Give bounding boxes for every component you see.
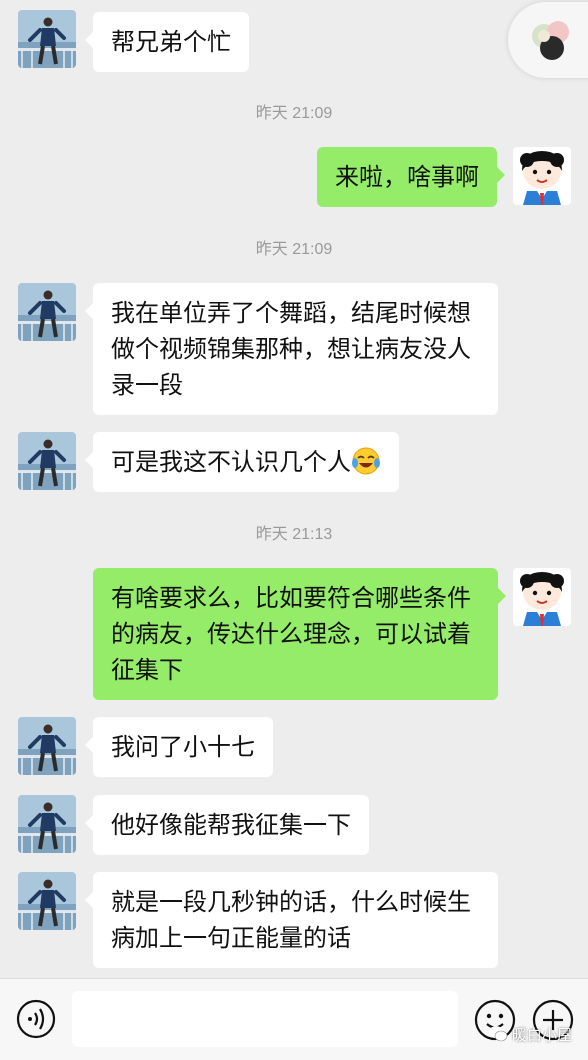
timestamp: 昨天 21:13 xyxy=(255,526,333,543)
message-row: 帮兄弟个忙 xyxy=(0,10,588,80)
message-row: 来啦，啥事啊 xyxy=(0,147,588,211)
message-bubble[interactable]: 我在单位弄了个舞蹈，结尾时候想 做个视频锦集那种，想让病友没人 录一段 xyxy=(85,283,498,415)
watermark-text: 暖白小屋 xyxy=(512,1025,573,1044)
message-bubble[interactable]: 有啥要求么，比如要符合哪些条件 的病友，传达什么理念，可以试着 征集下 xyxy=(93,568,506,700)
message-bubble[interactable]: 帮兄弟个忙 xyxy=(85,12,249,72)
message-bubble[interactable]: 可是我这不认识几个人 xyxy=(85,432,399,492)
watermark: 暖白小屋 xyxy=(488,1020,572,1048)
message-bubble[interactable]: 他好像能帮我征集一下 xyxy=(85,795,369,855)
wechat-logo-icon xyxy=(489,1026,508,1042)
tears-of-joy-emoji-icon xyxy=(352,447,380,475)
message-text: 可是我这不认识几个人 xyxy=(111,448,351,476)
message-bubble[interactable]: 来啦，啥事啊 xyxy=(317,147,505,207)
timestamp: 昨天 21:09 xyxy=(255,105,333,122)
my-avatar[interactable] xyxy=(513,147,571,205)
friend-avatar[interactable] xyxy=(18,872,76,930)
message-row: 我问了小十七 xyxy=(0,717,588,779)
message-row: 就是一段几秒钟的话，什么时候生 病加上一句正能量的话 xyxy=(0,872,588,970)
timestamp: 昨天 21:09 xyxy=(255,241,333,258)
message-row: 我在单位弄了个舞蹈，结尾时候想 做个视频锦集那种，想让病友没人 录一段 xyxy=(0,283,588,415)
friend-avatar[interactable] xyxy=(18,283,76,341)
friend-avatar[interactable] xyxy=(18,10,76,68)
message-bubble[interactable]: 我问了小十七 xyxy=(85,717,273,777)
chat-message-list[interactable]: 帮兄弟个忙 昨天 21:09 来啦，啥事啊 昨天 21:09 我在单位弄了个舞蹈… xyxy=(0,0,588,978)
message-row: 有啥要求么，比如要符合哪些条件 的病友，传达什么理念，可以试着 征集下 xyxy=(0,568,588,700)
message-row: 他好像能帮我征集一下 xyxy=(0,795,588,857)
message-bubble[interactable]: 就是一段几秒钟的话，什么时候生 病加上一句正能量的话 xyxy=(85,872,498,968)
friend-avatar[interactable] xyxy=(18,717,76,775)
friend-avatar[interactable] xyxy=(18,795,76,853)
message-input[interactable] xyxy=(72,991,458,1047)
voice-icon[interactable] xyxy=(16,999,56,1039)
friend-avatar[interactable] xyxy=(18,432,76,490)
my-avatar[interactable] xyxy=(513,568,571,626)
message-row: 可是我这不认识几个人 xyxy=(0,432,588,494)
